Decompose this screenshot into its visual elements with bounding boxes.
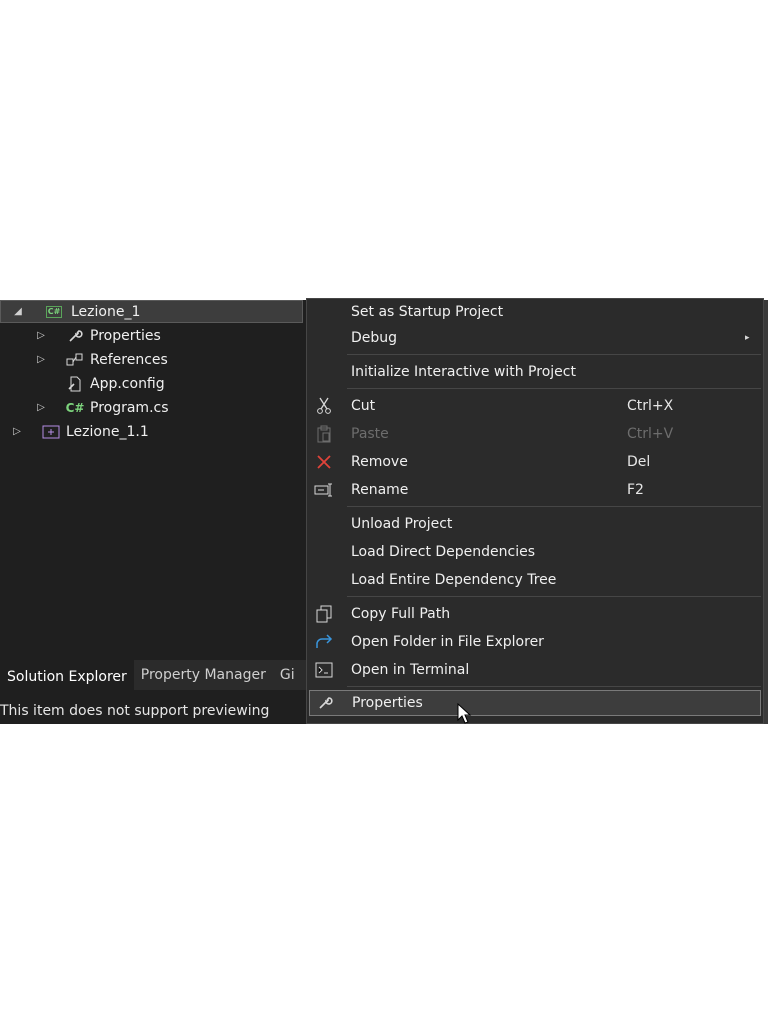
collapse-arrow-icon[interactable]: ◢ [11,306,25,317]
menu-item-debug[interactable]: Debug ▸ [307,325,763,351]
tab-solution-explorer[interactable]: Solution Explorer [0,660,134,692]
menu-item-open-folder[interactable]: Open Folder in File Explorer [307,629,763,655]
menu-separator [347,354,761,355]
tree-item-label: References [90,351,168,368]
project-icon [40,424,62,440]
rename-icon [313,480,335,500]
tree-item-app-config[interactable]: App.config [48,372,165,395]
tree-item-lezione-1-1[interactable]: ▷ Lezione_1.1 [10,420,149,443]
menu-separator [347,506,761,507]
clipboard-icon [313,424,335,444]
config-file-icon [64,376,86,392]
menu-item-paste[interactable]: Paste Ctrl+V [307,421,763,447]
menu-item-unload-project[interactable]: Unload Project [307,511,763,537]
close-icon [313,452,335,472]
csharp-project-icon: C# [45,305,63,318]
menu-item-properties[interactable]: Properties [309,690,761,716]
solution-explorer-tree: ◢ C# Lezione_1 ▷ Properties ▷ References… [0,300,305,660]
mouse-cursor-icon [457,702,473,729]
wrench-icon [314,693,336,713]
menu-item-remove[interactable]: Remove Del [307,449,763,475]
menu-item-rename[interactable]: Rename F2 [307,477,763,503]
menu-separator [347,596,761,597]
wrench-icon [64,328,86,344]
tree-item-references[interactable]: ▷ References [34,348,168,371]
tree-item-lezione-1[interactable]: ◢ C# Lezione_1 [0,300,303,323]
expand-arrow-icon[interactable]: ▷ [34,402,48,413]
window-edge [764,300,768,724]
tab-property-manager[interactable]: Property Manager [134,660,273,690]
submenu-arrow-icon: ▸ [745,333,750,343]
references-icon [64,353,86,367]
tree-item-properties[interactable]: ▷ Properties [34,324,161,347]
open-folder-icon [313,632,335,652]
menu-item-copy-full-path[interactable]: Copy Full Path [307,601,763,627]
menu-item-set-startup[interactable]: Set as Startup Project [307,299,763,325]
scissors-icon [313,396,335,416]
menu-item-cut[interactable]: Cut Ctrl+X [307,393,763,419]
terminal-icon [313,660,335,680]
tree-item-program-cs[interactable]: ▷ C# Program.cs [34,396,169,419]
tool-window-tabs: Solution Explorer Property Manager Gi [0,660,308,692]
expand-arrow-icon[interactable]: ▷ [34,330,48,341]
tree-item-label: App.config [90,375,165,392]
expand-arrow-icon[interactable]: ▷ [34,354,48,365]
tree-item-label: Properties [90,327,161,344]
menu-item-load-dependency-tree[interactable]: Load Entire Dependency Tree [307,567,763,593]
expand-arrow-icon[interactable]: ▷ [10,426,24,437]
copy-icon [313,604,335,624]
menu-item-load-direct-dependencies[interactable]: Load Direct Dependencies [307,539,763,565]
menu-separator [347,388,761,389]
tree-item-label: Lezione_1 [71,303,141,320]
preview-status-text: This item does not support previewing [0,703,270,719]
tab-git[interactable]: Gi [273,660,302,690]
csharp-file-icon: C# [65,400,85,415]
context-menu: Set as Startup Project Debug ▸ Initializ… [306,298,764,724]
menu-item-initialize-interactive[interactable]: Initialize Interactive with Project [307,359,763,385]
tree-item-label: Lezione_1.1 [66,423,149,440]
menu-separator [347,686,761,687]
menu-item-open-terminal[interactable]: Open in Terminal [307,657,763,683]
tree-item-label: Program.cs [90,399,169,416]
